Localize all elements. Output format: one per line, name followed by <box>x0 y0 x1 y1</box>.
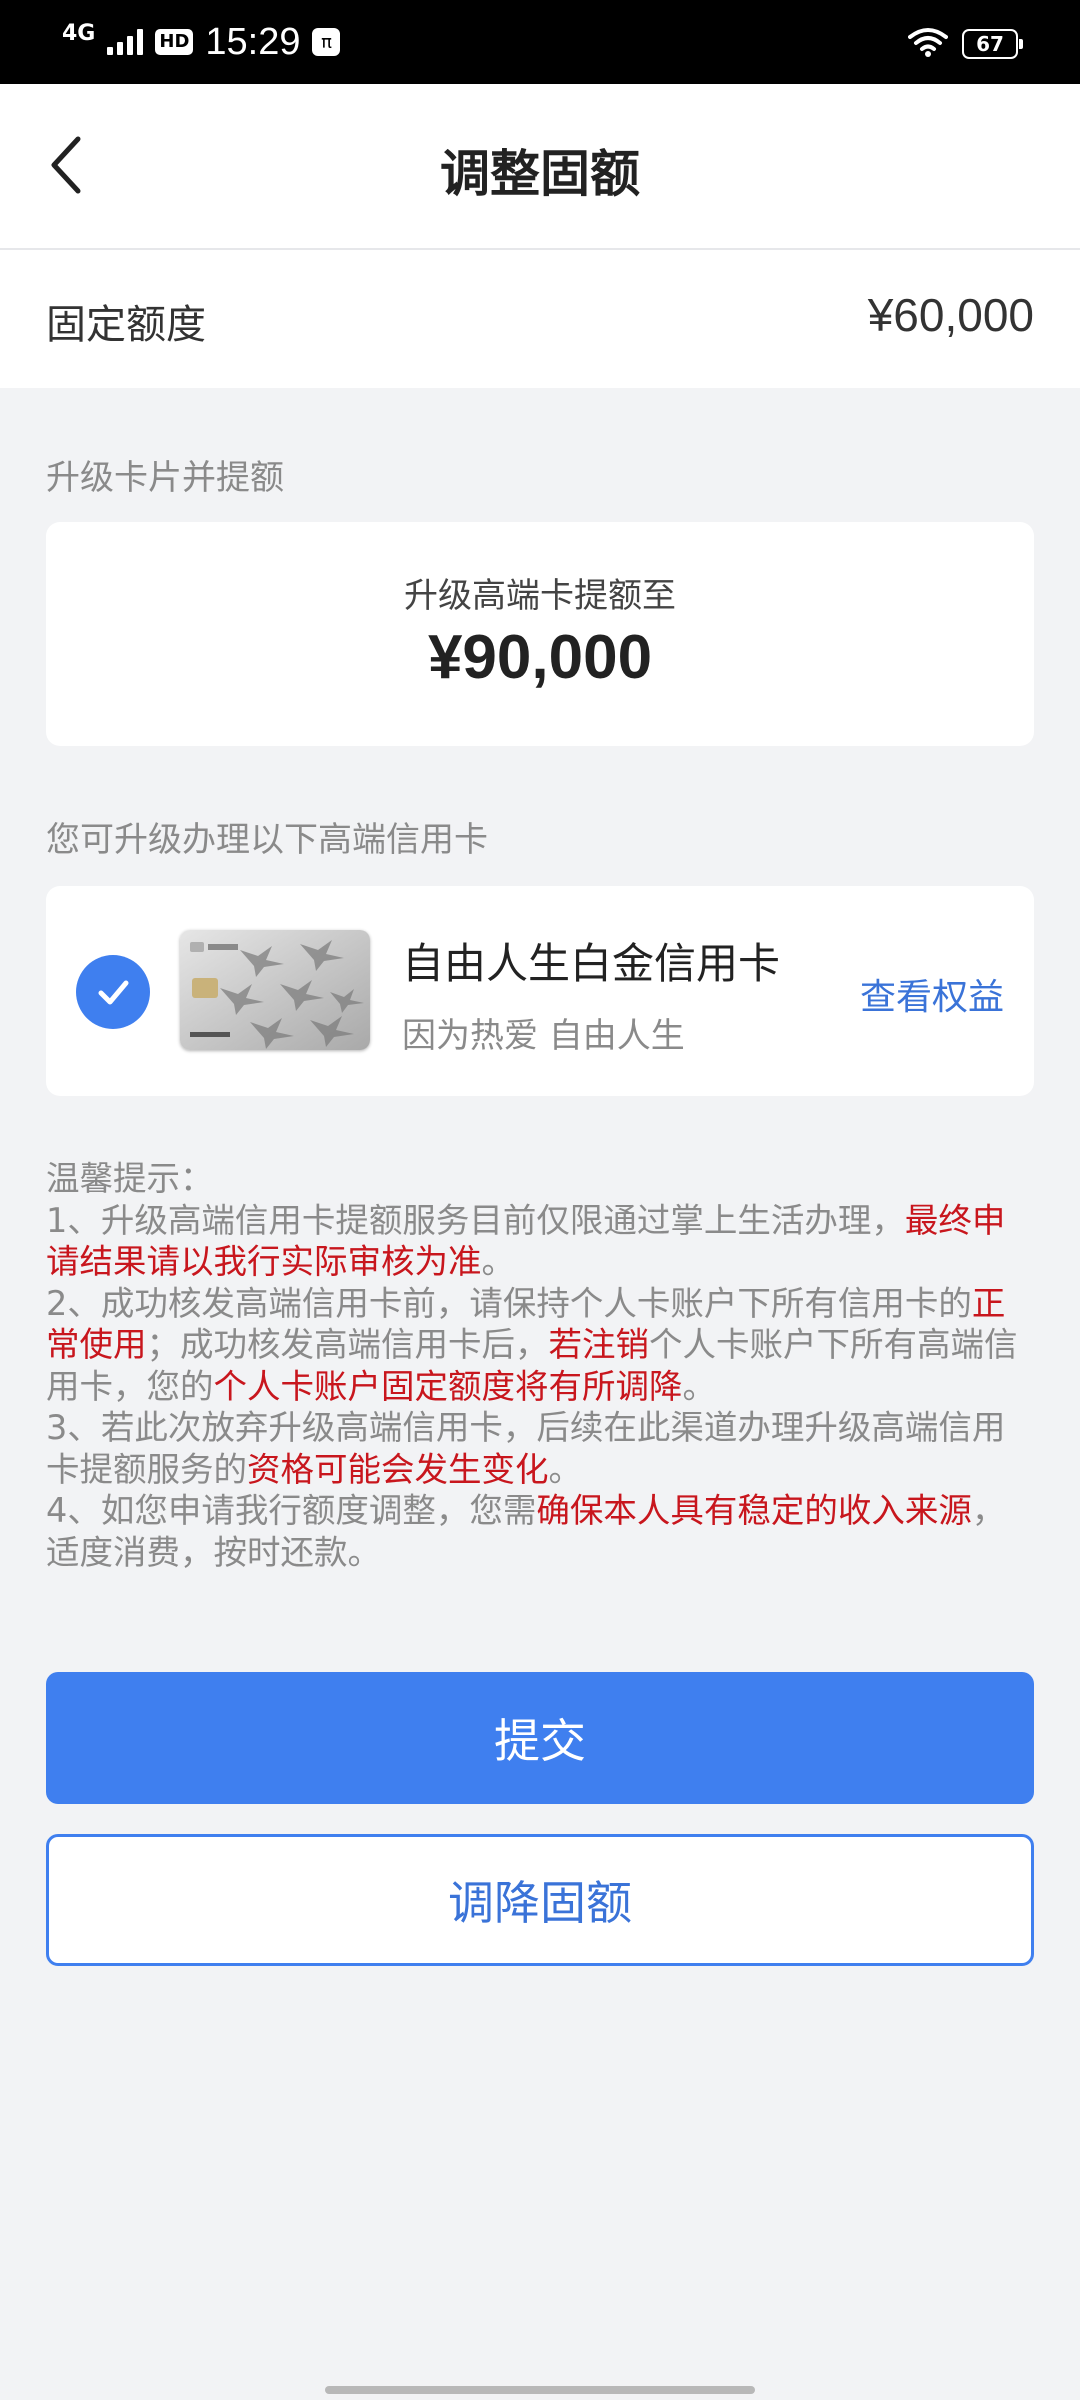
status-left: 4G HD 15:29 π <box>62 18 341 66</box>
status-bar: 4G HD 15:29 π 67 <box>0 0 1080 84</box>
tip-item-1: 1、升级高端信用卡提额服务目前仅限通过掌上生活办理，最终申请结果请以我行实际审核… <box>46 1200 1006 1282</box>
upgrade-promo-card: 升级高端卡提额至 ¥90,000 <box>46 522 1034 746</box>
submit-button[interactable]: 提交 <box>46 1672 1034 1804</box>
hd-badge: HD <box>155 29 194 55</box>
fixed-limit-value: ¥60,000 <box>867 289 1034 341</box>
network-type: 4G <box>62 21 96 46</box>
battery-icon: 67 <box>962 29 1023 59</box>
app-notification-icon: π <box>312 28 341 56</box>
tip-item-4: 4、如您申请我行额度调整，您需确保本人具有稳定的收入来源，适度消费，按时还款。 <box>46 1491 1006 1572</box>
promo-subtitle: 升级高端卡提额至 <box>404 576 676 616</box>
upgrade-section-label: 升级卡片并提额 <box>46 458 284 498</box>
page-title: 调整固额 <box>440 145 640 203</box>
view-benefits-link[interactable]: 查看权益 <box>860 968 1004 1020</box>
fixed-limit-label: 固定额度 <box>46 302 206 348</box>
tip-item-3: 3、若此次放弃升级高端信用卡，后续在此渠道办理升级高端信用卡提额服务的资格可能会… <box>46 1408 1006 1489</box>
signal-icon <box>107 29 144 55</box>
status-time: 15:29 <box>205 20 301 63</box>
card-name: 自由人生白金信用卡 <box>402 939 781 988</box>
home-indicator[interactable] <box>325 2386 755 2394</box>
status-right: 67 <box>908 24 1023 64</box>
fixed-limit-row: 固定额度 ¥60,000 <box>0 250 1080 388</box>
card-option[interactable]: 自由人生白金信用卡 因为热爱 自由人生 查看权益 <box>46 886 1034 1096</box>
promo-amount: ¥90,000 <box>427 623 653 692</box>
nav-bar: 调整固额 <box>0 84 1080 250</box>
lower-limit-button[interactable]: 调降固额 <box>46 1834 1034 1966</box>
card-slogan: 因为热爱 自由人生 <box>402 1016 685 1056</box>
cards-section-label: 您可升级办理以下高端信用卡 <box>46 820 488 860</box>
tips-title: 温馨提示： <box>46 1159 214 1198</box>
checked-icon[interactable] <box>76 955 150 1029</box>
wifi-icon <box>908 27 948 61</box>
tips-section: 温馨提示： 1、升级高端信用卡提额服务目前仅限通过掌上生活办理，最终申请结果请以… <box>46 1158 1036 1573</box>
tip-item-2: 2、成功核发高端信用卡前，请保持个人卡账户下所有信用卡的正常使用；成功核发高端信… <box>46 1283 1018 1406</box>
credit-card-image <box>180 930 370 1050</box>
